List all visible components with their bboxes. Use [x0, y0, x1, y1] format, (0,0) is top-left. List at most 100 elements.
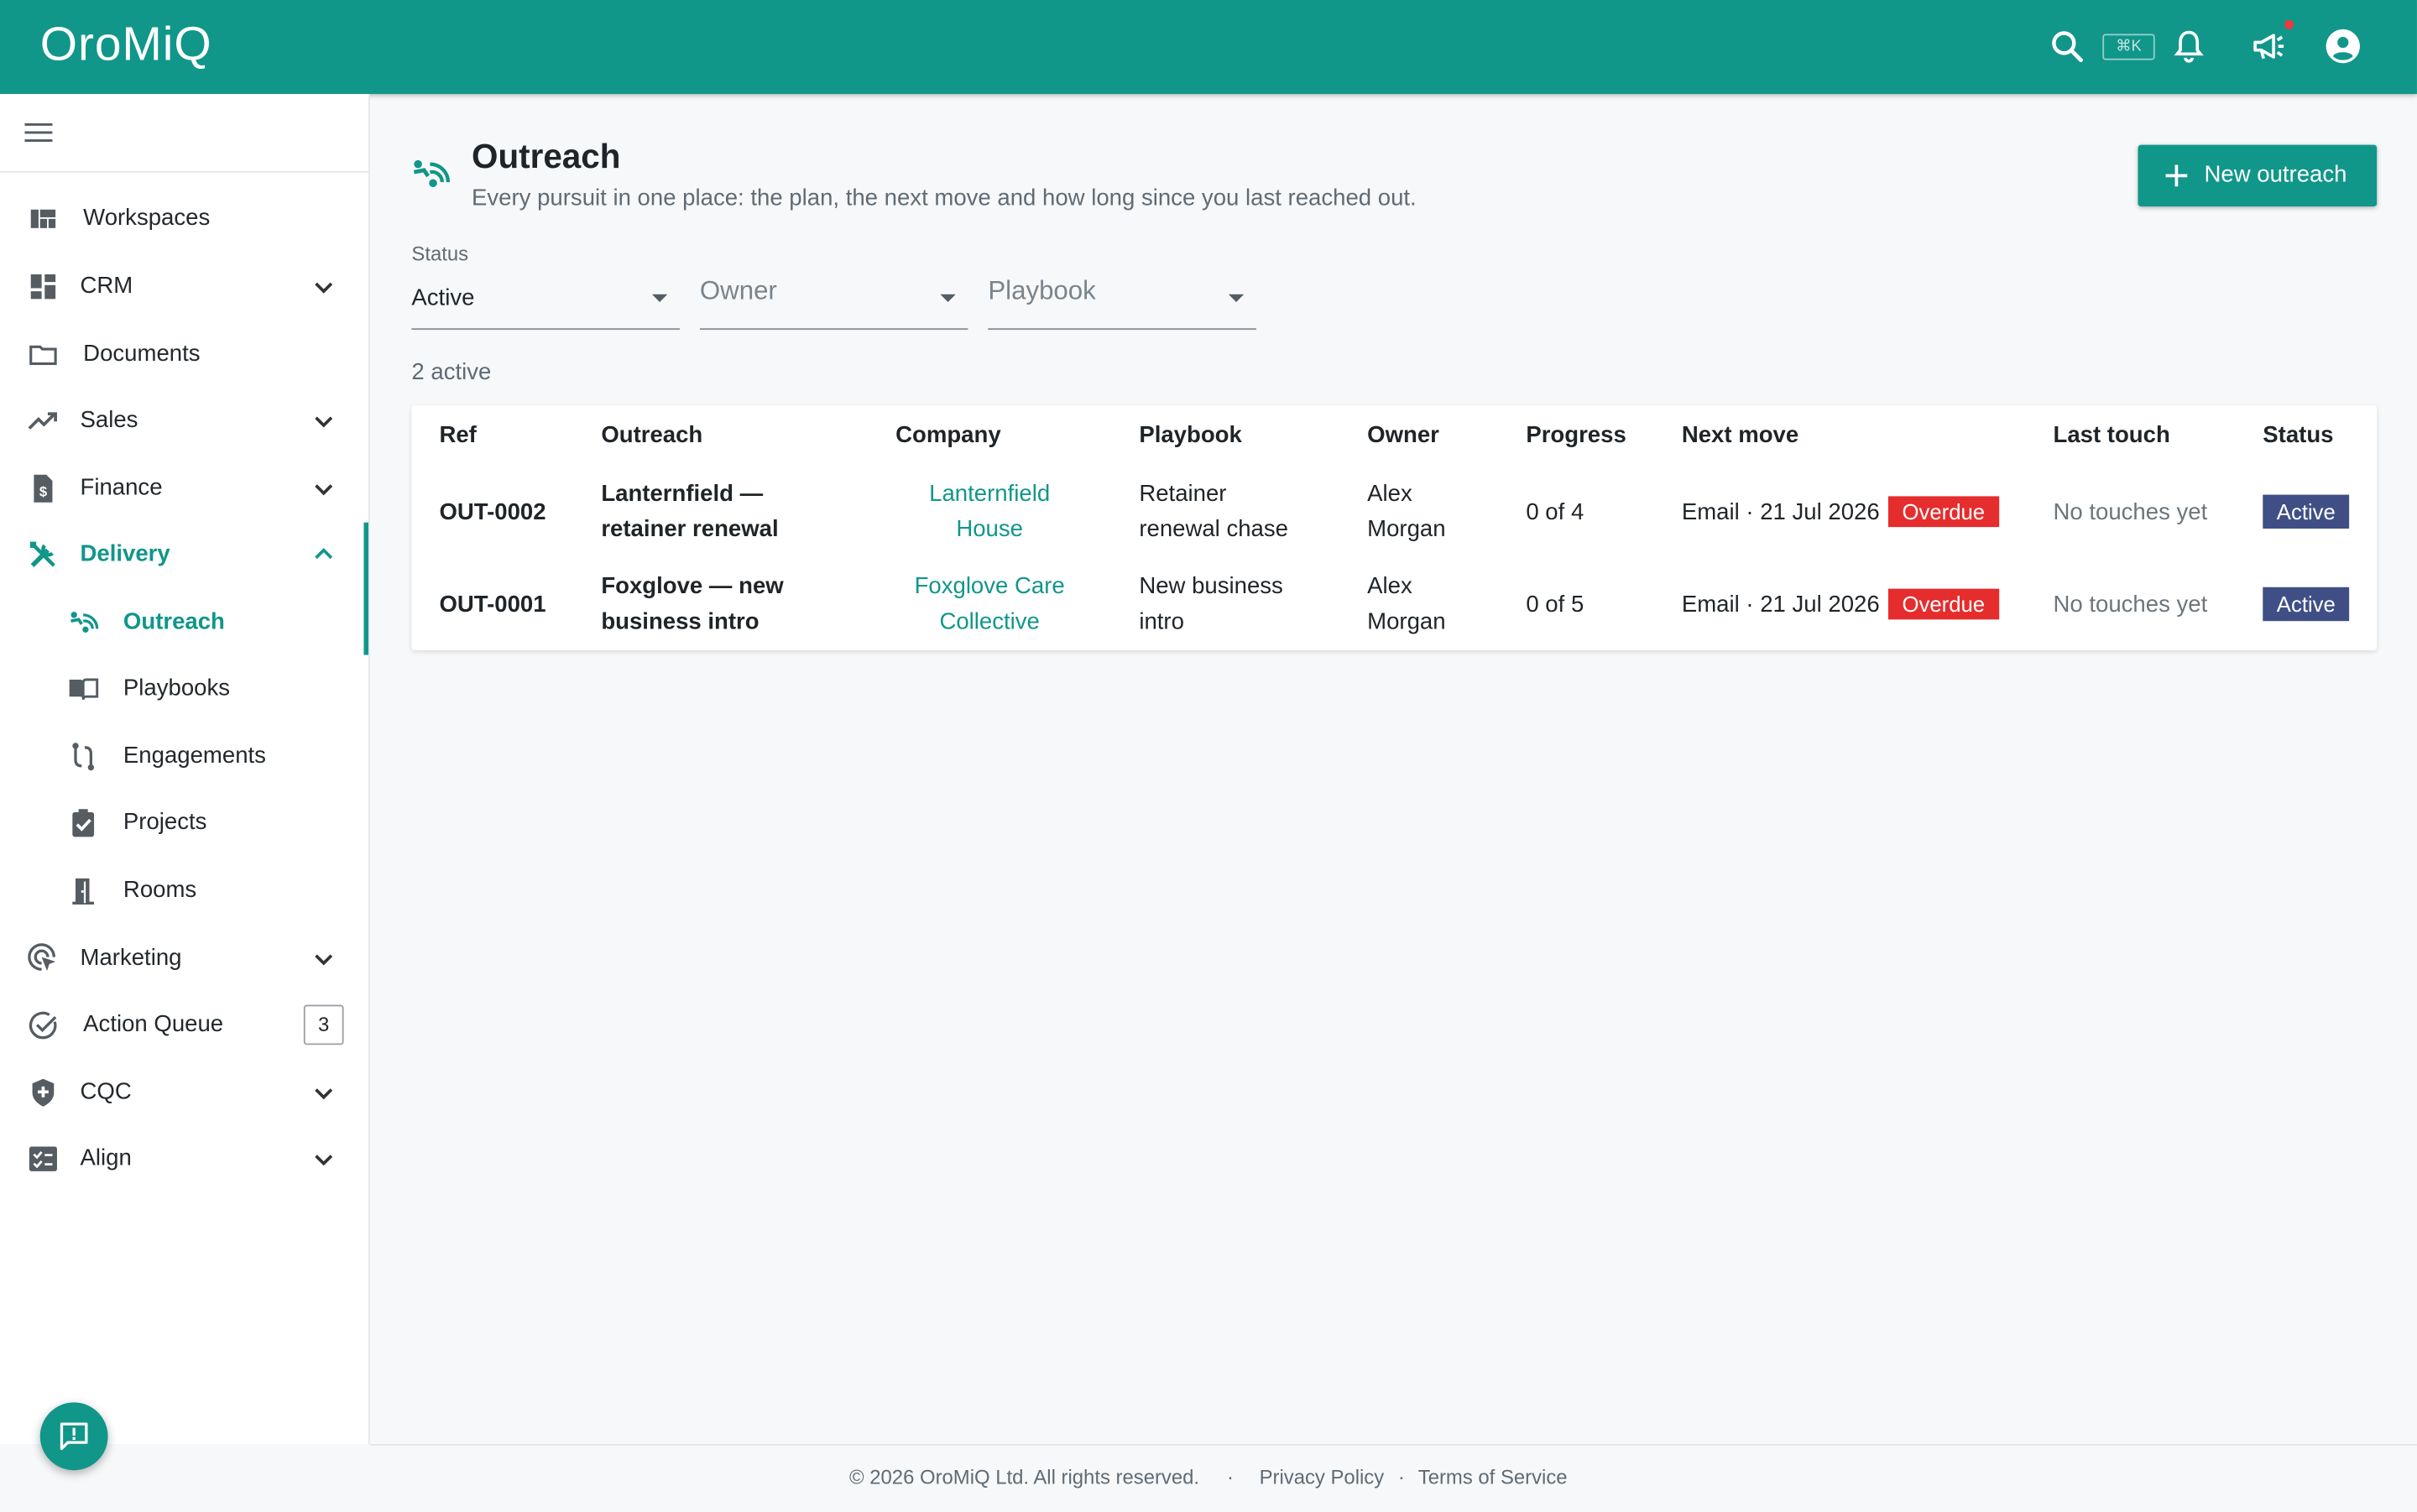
route-icon	[72, 743, 95, 771]
row-outreach-line1: Lanternfield —	[601, 481, 764, 508]
sidebar-item-sales[interactable]: Sales	[0, 390, 368, 451]
sidebar-item-label: Workspaces	[83, 205, 211, 232]
sidebar-item-label: Action Queue	[83, 1010, 224, 1038]
action-queue-count-badge: 3	[303, 1004, 344, 1045]
row-owner-line1: Alex	[1367, 481, 1412, 508]
plus-icon	[2165, 164, 2188, 187]
sidebar-item-outreach[interactable]: Outreach	[0, 592, 368, 653]
sidebar-item-documents[interactable]: Documents	[0, 324, 368, 385]
sidebar-item-label: Playbooks	[123, 675, 231, 701]
column-header-ref[interactable]: Ref	[439, 422, 476, 448]
sidebar-item-playbooks[interactable]: Playbooks	[0, 658, 368, 719]
sidebar-item-label: Marketing	[80, 944, 182, 972]
row-playbook-line2: renewal chase	[1139, 516, 1288, 543]
target-icon	[28, 943, 56, 972]
row-playbook-line1: New business	[1139, 573, 1283, 600]
account-avatar-icon[interactable]	[2325, 28, 2362, 65]
announcements-megaphone-icon[interactable]	[2251, 28, 2288, 65]
playbook-filter-select[interactable]: Playbook	[988, 239, 1256, 331]
chevron-down-icon[interactable]	[311, 409, 336, 433]
tools-icon	[29, 541, 55, 568]
chevron-down-icon[interactable]	[311, 946, 336, 971]
row-company-link-line2[interactable]: House	[895, 512, 1083, 547]
row-company-link-line1[interactable]: Foxglove Care	[895, 569, 1083, 604]
status-filter-value: Active	[411, 284, 475, 312]
sidebar-item-projects[interactable]: Projects	[0, 792, 368, 853]
row-company-link-line2[interactable]: Collective	[895, 604, 1083, 639]
row-outreach-line2: retainer renewal	[601, 516, 779, 543]
door-icon	[72, 878, 95, 905]
sidebar-item-cqc[interactable]: CQC	[0, 1061, 368, 1123]
notifications-bell-icon[interactable]	[2170, 28, 2207, 65]
column-header-owner[interactable]: Owner	[1367, 422, 1439, 448]
invoice-icon: $	[34, 474, 53, 503]
new-outreach-button[interactable]: New outreach	[2138, 144, 2378, 207]
owner-filter-select[interactable]: Owner	[699, 239, 968, 331]
chevron-down-icon[interactable]	[311, 1081, 336, 1105]
sidebar-item-workspaces[interactable]: Workspaces	[0, 188, 368, 249]
row-progress: 0 of 5	[1526, 592, 1584, 618]
workspaces-icon	[30, 209, 56, 228]
active-section-indicator	[363, 522, 368, 655]
chevron-down-icon[interactable]	[311, 1147, 336, 1171]
notification-dot	[2284, 19, 2294, 29]
sidebar-item-engagements[interactable]: Engagements	[0, 726, 368, 787]
sidebar-item-align[interactable]: Align	[0, 1128, 368, 1189]
feedback-chat-button[interactable]	[39, 1402, 108, 1471]
result-count: 2 active	[411, 358, 492, 386]
top-app-bar: OroMiQ ⌘K	[0, 0, 2417, 95]
column-header-last-touch[interactable]: Last touch	[2053, 422, 2169, 448]
chevron-down-icon[interactable]	[311, 274, 336, 299]
sidebar-item-label: Rooms	[123, 877, 197, 904]
new-outreach-label: New outreach	[2204, 161, 2347, 189]
outreach-page-icon	[413, 159, 451, 188]
sidebar-item-rooms[interactable]: Rooms	[0, 860, 368, 921]
row-outreach-line2: business intro	[601, 608, 760, 635]
overdue-badge: Overdue	[1887, 588, 1999, 620]
row-outreach-line1: Foxglove — new	[601, 573, 784, 600]
table-row[interactable]: OUT-0001 Foxglove — new business intro F…	[411, 558, 2377, 650]
row-company-link-line1[interactable]: Lanternfield	[895, 477, 1083, 512]
column-header-outreach[interactable]: Outreach	[601, 422, 702, 448]
search-icon[interactable]	[2049, 28, 2086, 65]
footer: © 2026 OroMiQ Ltd. All rights reserved. …	[369, 1443, 2417, 1512]
checklist-icon	[29, 1146, 57, 1171]
row-playbook-line1: Retainer	[1139, 481, 1227, 508]
privacy-policy-link[interactable]: Privacy Policy	[1260, 1466, 1385, 1489]
row-ref: OUT-0002	[439, 499, 546, 526]
keyboard-shortcut-hint[interactable]: ⌘K	[2102, 34, 2155, 60]
column-header-company[interactable]: Company	[895, 422, 1001, 448]
chevron-down-icon[interactable]	[311, 477, 336, 501]
row-next-move: Email · 21 Jul 2026	[1681, 499, 1880, 526]
sidebar-item-finance[interactable]: $ Finance	[0, 457, 368, 519]
column-header-progress[interactable]: Progress	[1526, 422, 1626, 448]
sidebar-item-delivery[interactable]: Delivery	[0, 524, 368, 585]
sidebar-item-label: CRM	[80, 273, 133, 300]
row-playbook-line2: intro	[1139, 608, 1184, 635]
row-owner-line2: Morgan	[1367, 516, 1446, 543]
terms-of-service-link[interactable]: Terms of Service	[1418, 1466, 1568, 1489]
svg-text:$: $	[39, 483, 47, 499]
app-logo[interactable]: OroMiQ	[40, 17, 212, 72]
footer-copyright: © 2026 OroMiQ Ltd. All rights reserved.	[849, 1465, 1200, 1489]
owner-filter-placeholder: Owner	[699, 275, 777, 305]
row-next-move: Email · 21 Jul 2026	[1681, 592, 1880, 618]
row-owner-line1: Alex	[1367, 573, 1412, 600]
sidebar-item-crm[interactable]: CRM	[0, 256, 368, 317]
row-progress: 0 of 4	[1526, 499, 1584, 526]
table-row[interactable]: OUT-0002 Lanternfield — retainer renewal…	[411, 466, 2377, 558]
chevron-up-icon[interactable]	[311, 543, 336, 567]
dashboard-icon	[30, 274, 56, 300]
hamburger-menu-icon[interactable]	[24, 118, 53, 146]
sidebar-item-marketing[interactable]: Marketing	[0, 928, 368, 989]
status-filter-select[interactable]: Status Active	[411, 239, 680, 331]
column-header-next-move[interactable]: Next move	[1682, 422, 1798, 448]
overdue-badge: Overdue	[1887, 496, 1999, 528]
status-badge: Active	[2263, 494, 2350, 529]
row-owner-line2: Morgan	[1367, 608, 1446, 635]
column-header-status[interactable]: Status	[2263, 422, 2333, 448]
outreach-icon	[70, 612, 99, 633]
row-ref: OUT-0001	[439, 592, 546, 618]
column-header-playbook[interactable]: Playbook	[1139, 422, 1241, 448]
sidebar-divider	[0, 170, 368, 173]
